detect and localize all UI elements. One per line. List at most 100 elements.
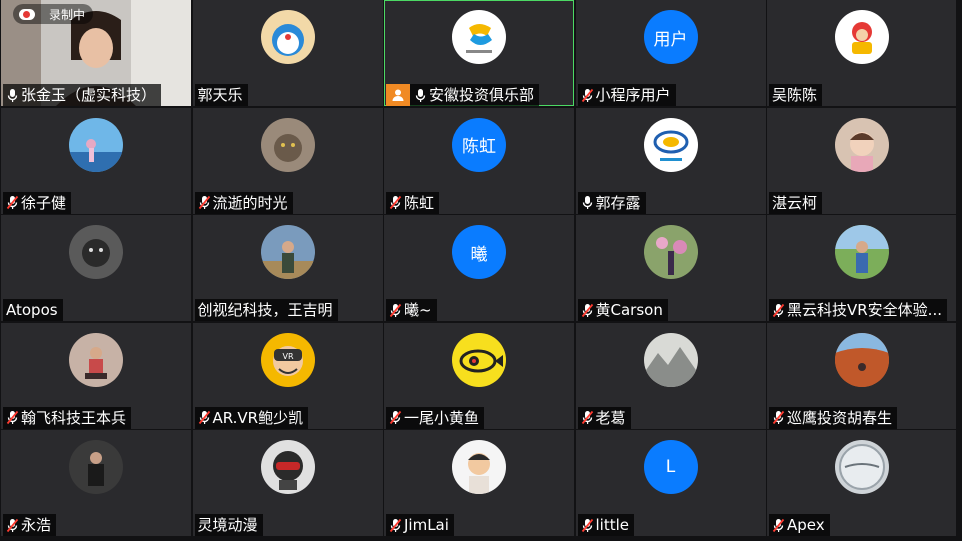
participant-name-label: AR.VR鲍少凯 xyxy=(194,406,309,429)
participant-name: 黄Carson xyxy=(595,301,663,319)
mic-muted-icon xyxy=(6,518,19,533)
participant-name: 创视纪科技，王吉明 xyxy=(197,301,333,319)
flowers-avatar-icon xyxy=(643,225,698,279)
participant-name: 黑云科技VR安全体验... xyxy=(787,301,942,319)
participant-name: 老葛 xyxy=(595,408,626,427)
participant-tile[interactable]: 张金玉（虚实科技） 录制中 xyxy=(1,0,191,106)
person-dark-avatar-icon xyxy=(69,440,123,494)
participant-tile[interactable]: JimLai xyxy=(384,430,574,536)
participant-tile[interactable]: 湛云柯 xyxy=(767,107,956,214)
mic-muted-icon xyxy=(198,195,211,210)
participant-name: Atopos xyxy=(6,301,58,319)
text-avatar: L xyxy=(643,440,698,494)
text-avatar: 曦 xyxy=(452,225,506,279)
mic-muted-icon xyxy=(581,410,594,425)
participant-name-label: 张金玉（虚实科技） xyxy=(3,84,162,106)
participant-tile[interactable]: 黄Carson xyxy=(575,215,766,321)
participant-tile[interactable]: Llittle xyxy=(575,430,766,536)
participant-name-label: 翰飞科技王本兵 xyxy=(3,406,132,429)
participant-name: AR.VR鲍少凯 xyxy=(212,408,304,427)
mic-muted-icon xyxy=(389,195,402,210)
person-field-avatar-icon xyxy=(835,225,889,279)
participant-name: 翰飞科技王本兵 xyxy=(21,408,127,427)
participant-name: 陈虹 xyxy=(404,193,435,212)
host-user-icon xyxy=(386,84,410,106)
participant-name-label: 湛云柯 xyxy=(769,191,823,214)
participant-tile[interactable]: 陈虹 陈虹 xyxy=(384,107,574,214)
mic-muted-icon xyxy=(6,195,19,210)
mic-muted-icon xyxy=(581,88,594,103)
participant-tile[interactable]: 郭天乐 xyxy=(192,0,383,106)
helmet-avatar-icon xyxy=(260,440,315,494)
participant-name-label: JimLai xyxy=(386,514,454,536)
participant-name-label: little xyxy=(577,514,634,536)
participant-tile[interactable]: VR AR.VR鲍少凯 xyxy=(192,322,383,429)
participant-name-label: 创视纪科技，王吉明 xyxy=(194,299,338,321)
mic-muted-icon xyxy=(772,410,785,425)
participant-tile[interactable]: 翰飞科技王本兵 xyxy=(1,322,191,429)
participant-name: 张金玉（虚实科技） xyxy=(21,86,157,104)
participant-name-label: 灵境动漫 xyxy=(194,514,263,536)
participant-tile[interactable]: 吴陈陈 xyxy=(767,0,956,106)
participant-tile[interactable]: 老葛 xyxy=(575,322,766,429)
mic-muted-icon xyxy=(772,518,785,533)
recording-indicator[interactable]: 录制中 xyxy=(13,4,94,24)
participant-name-label: 黄Carson xyxy=(577,299,668,321)
participant-name: 徐子健 xyxy=(21,193,67,212)
mic-muted-icon xyxy=(389,303,402,318)
participant-name-label: 郭天乐 xyxy=(194,84,248,106)
participant-name: JimLai xyxy=(404,516,449,534)
video-grid: 张金玉（虚实科技） 录制中 郭天乐 安徽投资俱乐部 用户 小程序用户 吴陈陈 徐子健 流逝的时光… xyxy=(0,0,962,541)
participant-tile[interactable]: 安徽投资俱乐部 xyxy=(384,0,574,106)
participant-name: 永浩 xyxy=(21,516,52,534)
mic-icon xyxy=(6,88,19,103)
participant-tile[interactable]: 曦曦~ xyxy=(384,215,574,321)
participant-tile[interactable]: 创视纪科技，王吉明 xyxy=(192,215,383,321)
participant-name-label: 郭存露 xyxy=(577,191,646,214)
yellow-fish-avatar-icon xyxy=(452,332,506,387)
participant-tile[interactable]: 一尾小黄鱼 xyxy=(384,322,574,429)
participant-tile[interactable]: 灵境动漫 xyxy=(192,430,383,536)
caishen-avatar-icon xyxy=(835,10,889,64)
baby-avatar-icon xyxy=(835,117,889,172)
vr-cartoon-avatar-icon: VR xyxy=(260,332,315,387)
doraemon-avatar-icon xyxy=(260,10,315,64)
participant-name: little xyxy=(595,516,630,534)
participant-name: 安徽投资俱乐部 xyxy=(429,86,535,104)
person-outdoor-avatar-icon xyxy=(260,225,315,279)
silver-disc-avatar-icon xyxy=(835,440,889,494)
blue-ring-logo-icon xyxy=(643,117,698,172)
dark-cat-avatar-icon xyxy=(69,225,123,279)
participant-tile[interactable]: 用户小程序用户 xyxy=(575,0,766,106)
cat-avatar-icon xyxy=(260,117,315,172)
mic-icon xyxy=(414,88,427,103)
avatar-initials: L xyxy=(665,457,676,477)
participant-tile[interactable]: 永浩 xyxy=(1,430,191,536)
participant-name: 湛云柯 xyxy=(772,193,818,212)
participant-tile[interactable]: 黑云科技VR安全体验... xyxy=(767,215,956,321)
participant-name: 曦~ xyxy=(404,301,432,319)
recording-label: 录制中 xyxy=(49,7,86,22)
participant-tile[interactable]: 郭存露 xyxy=(575,107,766,214)
text-avatar: 陈虹 xyxy=(452,117,506,172)
participant-tile[interactable]: 徐子健 xyxy=(1,107,191,214)
participant-tile[interactable]: 流逝的时光 xyxy=(192,107,383,214)
participant-name-label: Atopos xyxy=(3,299,63,321)
participant-name-label: 陈虹 xyxy=(386,191,440,214)
participant-tile[interactable]: Atopos xyxy=(1,215,191,321)
mic-muted-icon xyxy=(198,410,211,425)
participant-name: 郭天乐 xyxy=(197,86,243,104)
participant-tile[interactable]: Apex xyxy=(767,430,956,536)
avatar-initials: 用户 xyxy=(653,29,688,50)
mic-muted-icon xyxy=(581,518,594,533)
participant-tile[interactable]: 巡鹰投资胡春生 xyxy=(767,322,956,429)
participant-name-label: 黑云科技VR安全体验... xyxy=(769,299,947,321)
mic-muted-icon xyxy=(581,303,594,318)
mic-muted-icon xyxy=(389,410,402,425)
participant-name: 流逝的时光 xyxy=(212,193,288,212)
avatar-initials: 曦 xyxy=(470,244,488,265)
participant-name: 吴陈陈 xyxy=(772,86,818,104)
participant-name: 巡鹰投资胡春生 xyxy=(787,408,893,427)
participant-name-label: 小程序用户 xyxy=(577,84,676,106)
participant-name-label: 吴陈陈 xyxy=(769,84,823,106)
